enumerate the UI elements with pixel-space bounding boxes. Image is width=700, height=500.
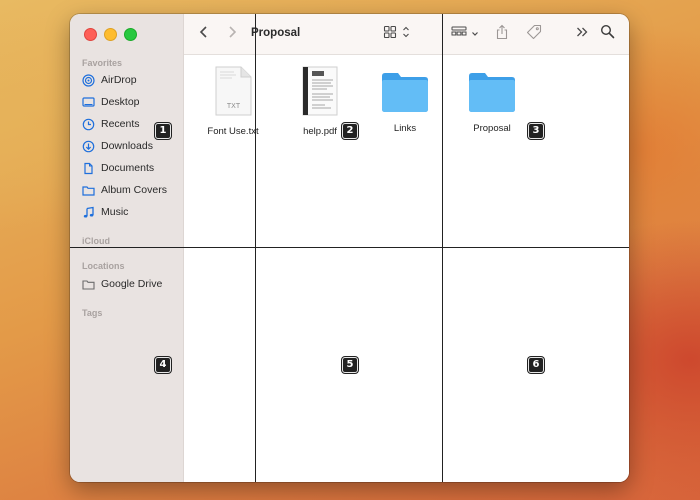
desktop-icon bbox=[82, 96, 95, 109]
view-mode-button[interactable] bbox=[383, 25, 410, 43]
clock-icon bbox=[82, 118, 95, 131]
folder-icon bbox=[468, 71, 516, 118]
grid-cell-2-label: 2 bbox=[342, 123, 358, 139]
pdf-file-icon bbox=[301, 66, 339, 121]
sidebar-item-label: Google Drive bbox=[101, 278, 163, 290]
folder-item-links[interactable]: Links bbox=[365, 71, 445, 134]
download-icon bbox=[82, 140, 95, 153]
group-grid-icon bbox=[451, 25, 467, 44]
file-name: Proposal bbox=[473, 123, 511, 134]
sidebar-item-label: AirDrop bbox=[101, 74, 137, 86]
folder-icon bbox=[82, 184, 95, 197]
tag-icon bbox=[526, 24, 542, 45]
music-note-icon bbox=[82, 206, 95, 219]
window-controls bbox=[84, 28, 137, 41]
sidebar-item-label: Documents bbox=[101, 162, 155, 174]
file-browser-content: TXT Font Use.txt help.pdf Links Proposal bbox=[184, 55, 629, 482]
double-chevron-right-icon bbox=[575, 25, 589, 44]
chevron-down-icon bbox=[471, 25, 479, 43]
sidebar-item-label: Album Covers bbox=[101, 184, 167, 196]
grid-cell-6-label: 6 bbox=[528, 357, 544, 373]
finder-window: Favorites AirDrop Desktop Recents Downlo… bbox=[70, 14, 629, 482]
grid-cell-4-label: 4 bbox=[155, 357, 171, 373]
grid-cell-1-label: 1 bbox=[155, 123, 171, 139]
icloud-heading: iCloud bbox=[82, 236, 110, 246]
search-button[interactable] bbox=[600, 24, 615, 44]
sidebar-item-recents[interactable]: Recents bbox=[82, 115, 140, 133]
share-button[interactable] bbox=[495, 24, 509, 45]
grid-cell-5-label: 5 bbox=[342, 357, 358, 373]
more-toolbar-button[interactable] bbox=[575, 25, 589, 43]
grid-line-vertical-right bbox=[442, 14, 443, 482]
chevron-updown-icon bbox=[402, 25, 410, 44]
chevron-left-icon bbox=[198, 25, 210, 44]
minimize-button[interactable] bbox=[104, 28, 117, 41]
grid-line-vertical-left bbox=[255, 14, 256, 482]
sidebar-item-desktop[interactable]: Desktop bbox=[82, 93, 140, 111]
folder-item-proposal[interactable]: Proposal bbox=[452, 71, 532, 134]
grid-cell-3-label: 3 bbox=[528, 123, 544, 139]
close-button[interactable] bbox=[84, 28, 97, 41]
file-item-txt[interactable]: TXT Font Use.txt bbox=[193, 66, 273, 137]
zoom-button[interactable] bbox=[124, 28, 137, 41]
text-file-icon: TXT bbox=[214, 66, 252, 121]
sidebar-item-label: Desktop bbox=[101, 96, 140, 108]
file-type-badge: TXT bbox=[227, 103, 241, 110]
document-icon bbox=[82, 162, 95, 175]
forward-button[interactable] bbox=[226, 25, 238, 43]
locations-heading: Locations bbox=[82, 261, 125, 271]
chevron-right-icon bbox=[226, 25, 238, 44]
favorites-heading: Favorites bbox=[82, 58, 123, 68]
sidebar-item-label: Recents bbox=[101, 118, 140, 130]
sidebar-item-documents[interactable]: Documents bbox=[82, 159, 154, 177]
back-button[interactable] bbox=[198, 25, 210, 43]
search-icon bbox=[600, 24, 615, 44]
toolbar: Proposal bbox=[184, 14, 629, 55]
folder-icon bbox=[381, 71, 429, 118]
grid-line-horizontal bbox=[70, 247, 629, 248]
sidebar-item-label: Music bbox=[101, 206, 129, 218]
tag-button[interactable] bbox=[526, 24, 542, 45]
sidebar-item-album-covers[interactable]: Album Covers bbox=[82, 181, 167, 199]
airdrop-icon bbox=[82, 73, 95, 87]
sidebar-item-airdrop[interactable]: AirDrop bbox=[82, 71, 137, 89]
sidebar-item-music[interactable]: Music bbox=[82, 203, 128, 221]
group-by-button[interactable] bbox=[451, 25, 479, 43]
sidebar-item-downloads[interactable]: Downloads bbox=[82, 137, 153, 155]
drive-folder-icon bbox=[82, 278, 95, 291]
sidebar: Favorites AirDrop Desktop Recents Downlo… bbox=[70, 14, 184, 482]
share-icon bbox=[495, 24, 509, 45]
sidebar-item-label: Downloads bbox=[101, 140, 153, 152]
sidebar-item-google-drive[interactable]: Google Drive bbox=[82, 275, 162, 293]
file-name: Links bbox=[393, 123, 417, 134]
tags-heading: Tags bbox=[82, 308, 103, 318]
window-title: Proposal bbox=[251, 27, 301, 39]
icon-grid-icon bbox=[383, 25, 397, 44]
file-name: Font Use.txt bbox=[207, 126, 259, 137]
